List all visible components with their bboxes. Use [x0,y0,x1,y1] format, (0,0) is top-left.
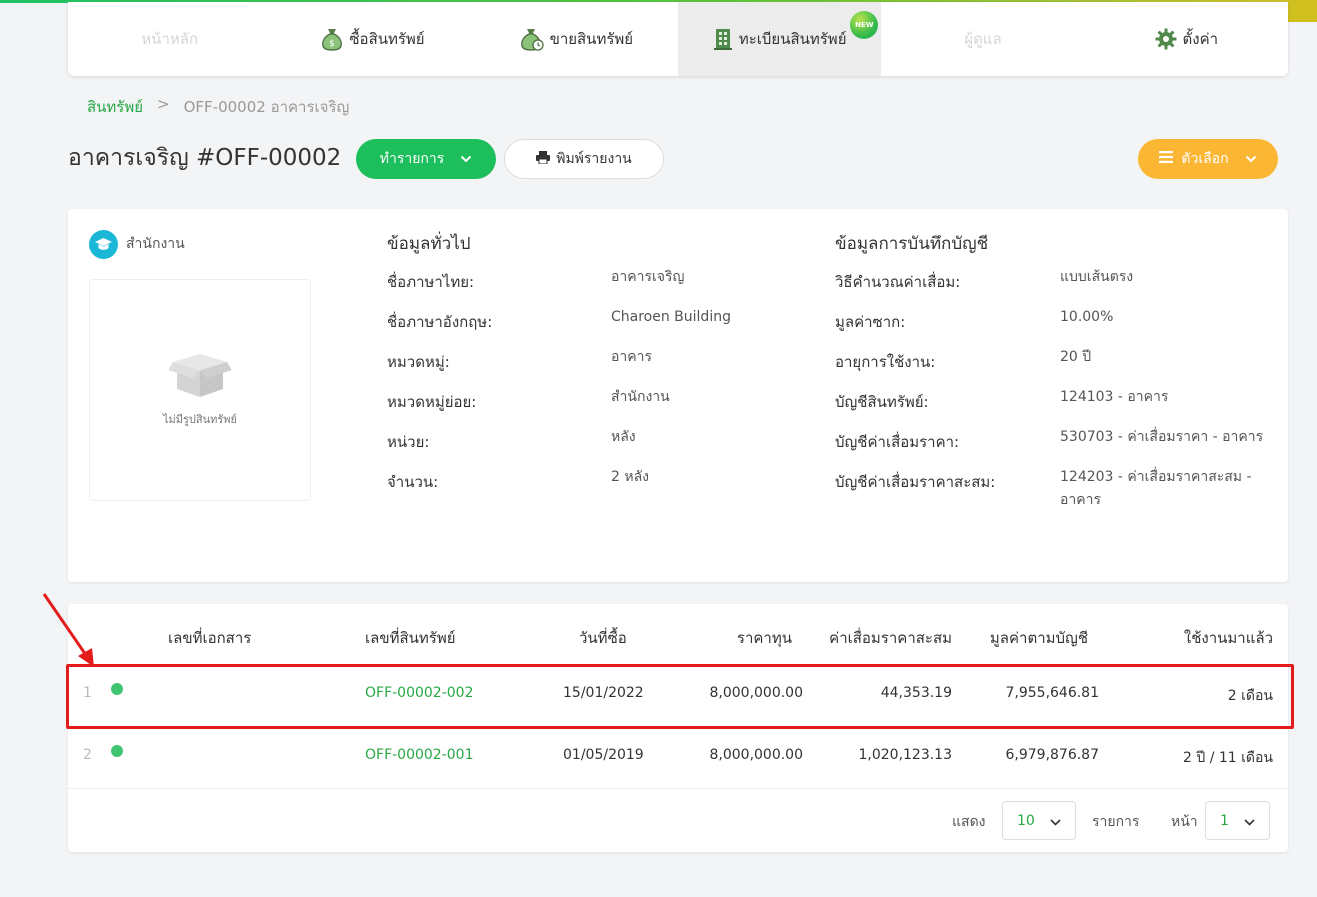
action-button-label: ทำรายการ [379,151,445,167]
nav-item-label: หน้าหลัก [141,30,199,48]
field-label: หมวดหมู่: [387,353,450,371]
field-value: 10.00% [1060,309,1114,325]
asset-photo-placeholder: ไม่มีรูปสินทรัพย์ [89,279,311,501]
items-label: รายการ [1092,814,1140,830]
column-header-doc-no[interactable]: เลขที่เอกสาร [168,626,251,650]
field-value: 124103 - อาคาร [1060,389,1169,405]
category-icon [89,230,118,259]
field-value: แบบเส้นตรง [1060,269,1134,285]
column-header-asset-no[interactable]: เลขที่สินทรัพย์ [365,626,456,650]
annotation-arrow-icon [42,593,94,667]
field-value: อาคาร [611,349,653,365]
svg-text:$: $ [330,39,336,49]
general-info-heading: ข้อมูลทั่วไป [387,234,471,254]
page-title: อาคารเจริญ #OFF-00002 [68,145,342,171]
field-label: หน่วย: [387,433,430,451]
field-label: อายุการใช้งาน: [835,353,936,371]
action-dropdown-button[interactable]: ทำรายการ [356,139,496,179]
field-value: 530703 - ค่าเสื่อมราคา - อาคาร [1060,429,1264,445]
field-value-continued: อาคาร [1060,492,1102,508]
nav-item-custodian[interactable]: ผู้ดูแล [881,2,1084,76]
building-icon [713,28,733,50]
purchase-date-cell: 01/05/2019 [563,747,644,763]
page-number-select[interactable]: 1 [1205,801,1270,840]
field-label: จำนวน: [387,473,439,491]
book-value-cell: 6,979,876.87 [1005,747,1099,763]
field-value: หลัง [611,429,636,445]
field-label: บัญชีค่าเสื่อมราคาสะสม: [835,473,996,491]
print-button-label: พิมพ์รายงาน [556,151,632,167]
breadcrumb-separator: > [157,95,170,113]
asset-info-card: สำนักงาน ไม่มีรูปสินทรัพย์ ข้อมูลทั่วไป … [68,209,1288,582]
field-value: 124203 - ค่าเสื่อมราคาสะสม - [1060,469,1252,485]
options-button-label: ตัวเลือก [1181,151,1229,167]
breadcrumb-current: OFF-00002 อาคารเจริญ [183,98,350,116]
field-label: ชื่อภาษาไทย: [387,273,475,291]
top-right-accent [1288,0,1317,22]
row-index: 2 [83,747,92,763]
field-value: 2 หลัง [611,469,650,485]
page-label: หน้า [1171,814,1198,830]
nav-item-label: ทะเบียนสินทรัพย์ [738,30,847,48]
options-dropdown-button[interactable]: ตัวเลือก [1138,139,1278,179]
nav-item-label: ซื้อสินทรัพย์ [349,30,425,48]
category-label: สำนักงาน [126,236,185,252]
field-value: 20 ปี [1060,349,1092,365]
page-size-select[interactable]: 10 [1002,801,1076,840]
column-header-used-duration[interactable]: ใช้งานมาแล้ว [1184,626,1273,650]
field-value: Charoen Building [611,309,731,325]
status-dot [111,745,123,757]
page-size-value: 10 [1017,812,1035,829]
column-header-accum-depreciation[interactable]: ค่าเสื่อมราคาสะสม [829,626,952,650]
column-header-purchase-date[interactable]: วันที่ซื้อ [579,626,627,650]
chevron-down-icon [1245,151,1257,167]
page-number-value: 1 [1220,812,1229,829]
annotation-highlight-box [66,664,1294,729]
chevron-down-icon [1244,811,1255,830]
field-label: วิธีคำนวณค่าเสื่อม: [835,273,961,291]
nav-item-label: ตั้งค่า [1182,30,1219,48]
main-nav: หน้าหลัก $ ซื้อสินทรัพย์ ขายสินทรัพย์ ทะ… [68,2,1288,76]
asset-no-link[interactable]: OFF-00002-001 [365,747,474,763]
field-label: บัญชีค่าเสื่อมราคา: [835,433,960,451]
accounting-info-heading: ข้อมูลการบันทึกบัญชี [835,234,989,254]
nav-item-sell-assets[interactable]: ขายสินทรัพย์ [475,2,678,76]
list-icon [1159,151,1174,167]
no-image-text: ไม่มีรูปสินทรัพย์ [162,413,237,426]
nav-item-label: ผู้ดูแล [964,30,1002,48]
chevron-down-icon [460,151,472,167]
used-duration-cell: 2 ปี / 11 เดือน [1183,750,1273,766]
column-header-cost[interactable]: ราคาทุน [737,626,792,650]
breadcrumb: สินทรัพย์ > OFF-00002 อาคารเจริญ [87,95,349,119]
nav-item-home[interactable]: หน้าหลัก [68,2,271,76]
accum-depreciation-cell: 1,020,123.13 [858,747,952,763]
open-box-icon [168,352,232,402]
nav-item-purchase-assets[interactable]: $ ซื้อสินทรัพย์ [271,2,474,76]
field-label: บัญชีสินทรัพย์: [835,393,929,411]
breadcrumb-root-link[interactable]: สินทรัพย์ [87,95,143,119]
money-bag-icon: $ [321,27,343,51]
field-value: อาคารเจริญ [611,269,685,285]
field-value: สำนักงาน [611,389,670,405]
printer-icon [536,150,551,168]
new-badge: NEW [850,11,879,39]
field-label: หมวดหมู่ย่อย: [387,393,477,411]
print-report-button[interactable]: พิมพ์รายงาน [504,139,664,179]
gear-icon [1155,28,1177,50]
column-header-book-value[interactable]: มูลค่าตามบัญชี [990,626,1088,650]
show-label: แสดง [952,814,986,830]
field-label: มูลค่าซาก: [835,313,906,331]
cost-cell: 8,000,000.00 [709,747,803,763]
field-label: ชื่อภาษาอังกฤษ: [387,313,493,331]
nav-item-asset-register[interactable]: ทะเบียนสินทรัพย์ NEW [677,2,882,76]
table-row[interactable]: 2 OFF-00002-001 01/05/2019 8,000,000.00 … [68,726,1288,789]
nav-item-label: ขายสินทรัพย์ [549,30,634,48]
nav-item-settings[interactable]: ตั้งค่า [1085,2,1288,76]
money-bag-clock-icon [520,27,544,51]
chevron-down-icon [1050,811,1061,830]
